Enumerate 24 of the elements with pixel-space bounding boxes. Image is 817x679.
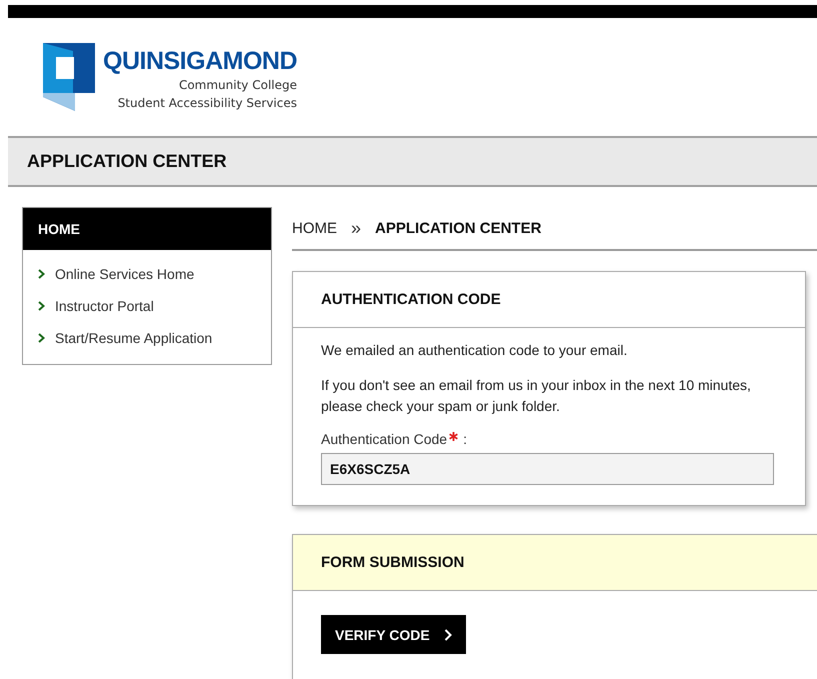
note-text: If you don't see an email from us in your inbox in the next 10 minutes, please check your spam or junk folder. xyxy=(321,376,752,416)
breadcrumb-link[interactable]: HOME xyxy=(292,220,337,236)
chevron-icon xyxy=(38,333,45,343)
logo-subtitle: Community College xyxy=(178,77,297,94)
message-text: We emailed an authentication code to your email. xyxy=(321,341,628,360)
verify-code-button[interactable]: VERIFY CODE xyxy=(321,615,466,654)
logo-name: QUINSIGAMOND xyxy=(103,46,297,76)
chevron-icon xyxy=(444,628,452,640)
chevron-icon xyxy=(38,301,45,311)
chevron-icon xyxy=(38,269,45,279)
page-title: APPLICATION CENTER xyxy=(27,151,227,172)
breadcrumb-separator: » xyxy=(351,218,362,238)
card-title: AUTHENTICATION CODE xyxy=(321,291,501,308)
sidebar-link[interactable]: Start/Resume Application xyxy=(38,322,271,354)
code-input-field[interactable]: E6X6SCZ5A xyxy=(321,453,774,485)
card-title: FORM SUBMISSION xyxy=(321,554,464,571)
sidebar-link[interactable]: Instructor Portal xyxy=(38,290,271,322)
logo-department: Student Accessibility Services xyxy=(118,95,297,112)
label-colon: : xyxy=(463,431,467,447)
breadcrumb-current: APPLICATION CENTER xyxy=(375,220,542,236)
logo-icon xyxy=(43,43,95,111)
sidebar-title: HOME xyxy=(38,221,80,237)
field-label: Authentication Code xyxy=(321,431,448,447)
sidebar-link[interactable]: Online Services Home xyxy=(38,258,271,290)
